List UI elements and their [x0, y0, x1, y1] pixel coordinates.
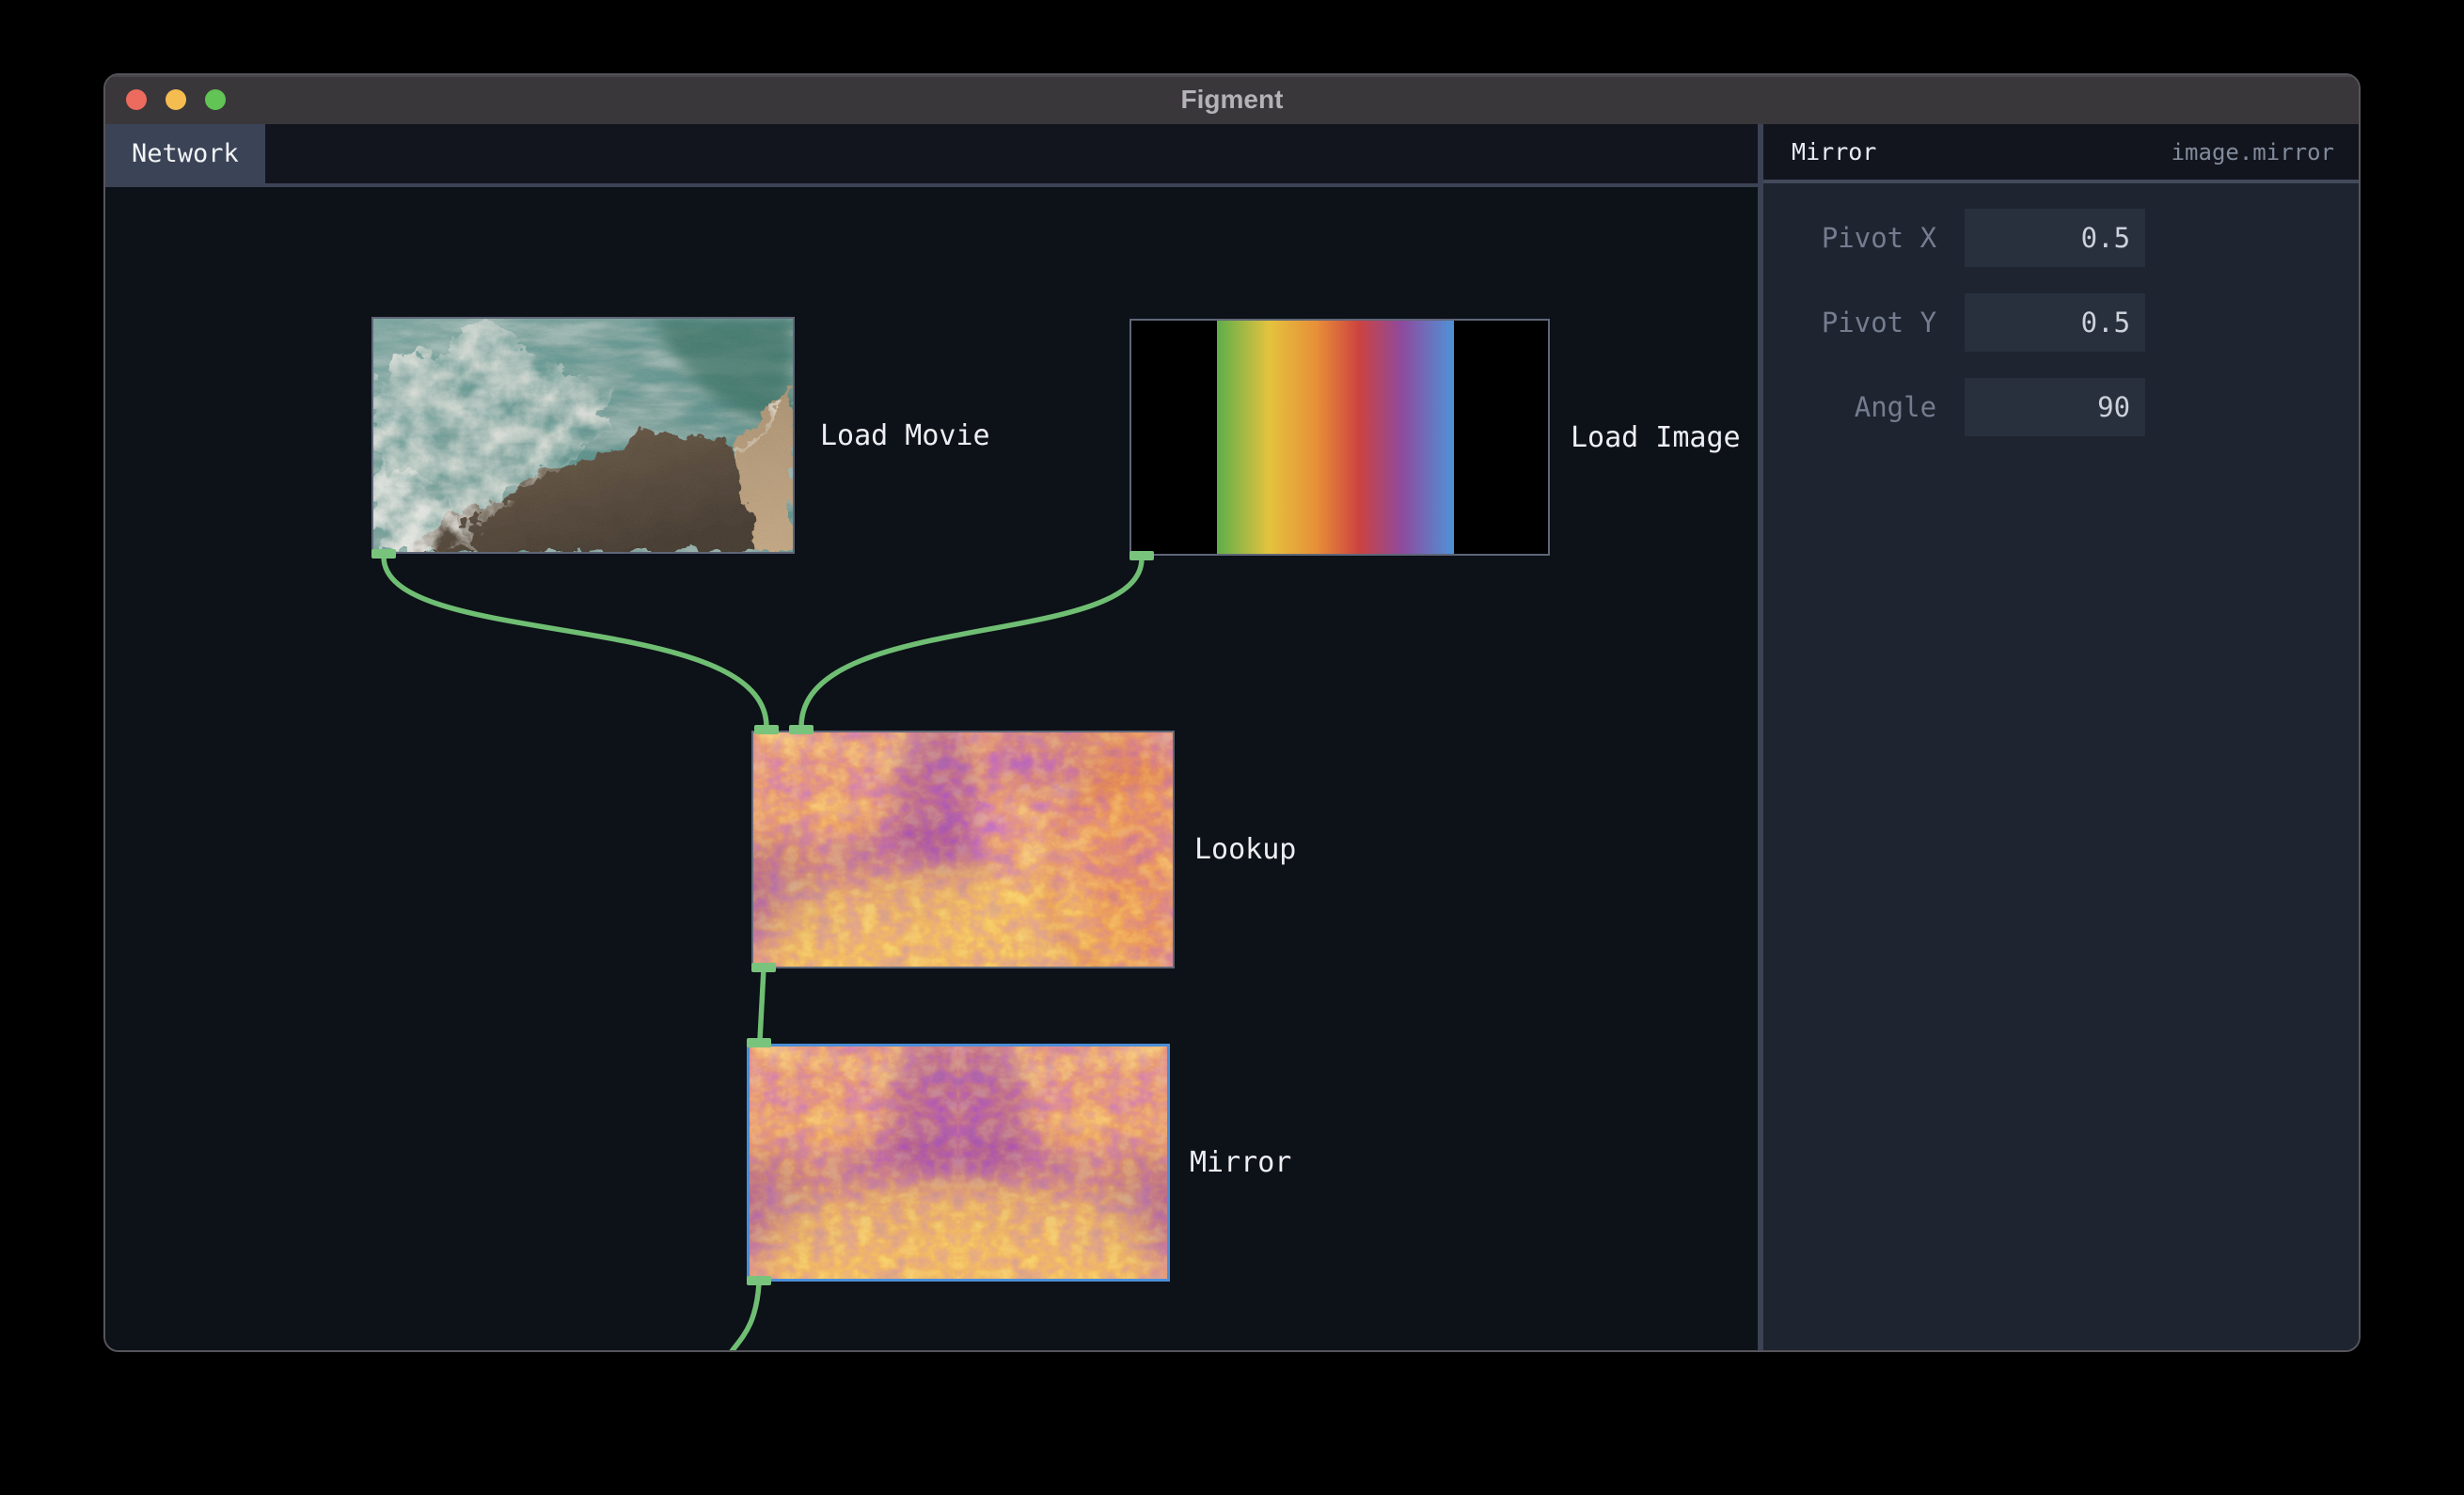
lookup-thumbnail: [753, 732, 1173, 967]
title-bar[interactable]: Figment: [105, 75, 2359, 124]
tab-bar: Network: [105, 124, 1759, 187]
window-title: Figment: [1180, 85, 1284, 114]
inspector-body: Pivot X 0.5 Pivot Y 0.5 Angle 90: [1763, 183, 2359, 1350]
param-field-pivot-y[interactable]: 0.5: [1965, 293, 2146, 352]
wire-loadmovie-to-lookup: [381, 554, 769, 730]
inspector-node-type: image.mirror: [2171, 138, 2334, 165]
tab-network[interactable]: Network: [105, 124, 265, 183]
param-field-angle[interactable]: 90: [1965, 378, 2146, 436]
load-image-thumbnail: [1131, 321, 1548, 554]
output-port-lookup[interactable]: [751, 963, 776, 972]
node-mirror[interactable]: [747, 1044, 1170, 1282]
wire-lookup-to-mirror: [757, 966, 766, 1043]
mirror-thumbnail: [750, 1046, 1167, 1279]
param-row-pivot-y: Pivot Y 0.5: [1763, 293, 2359, 352]
node-label-load-movie: Load Movie: [820, 418, 990, 452]
zoom-button[interactable]: [205, 89, 226, 110]
output-port-load-movie[interactable]: [371, 549, 396, 559]
minimize-button[interactable]: [166, 89, 186, 110]
wire-mirror-output: [729, 1281, 762, 1350]
node-label-mirror: Mirror: [1190, 1146, 1292, 1179]
node-load-movie[interactable]: [371, 317, 795, 554]
inspector-header: Mirror image.mirror: [1763, 124, 2359, 183]
param-label-angle: Angle: [1854, 391, 1937, 423]
output-port-mirror[interactable]: [747, 1276, 771, 1285]
gradient-band: [1216, 321, 1455, 554]
node-label-load-image: Load Image: [1571, 420, 1741, 454]
close-button[interactable]: [126, 89, 147, 110]
param-row-pivot-x: Pivot X 0.5: [1763, 209, 2359, 267]
traffic-lights: [126, 89, 226, 110]
node-graph-canvas[interactable]: Load Movie Load Image Lookup Mirror: [105, 187, 1759, 1350]
input-port-lookup-1[interactable]: [754, 725, 779, 734]
node-load-image[interactable]: [1129, 319, 1550, 556]
load-movie-thumbnail: [373, 319, 793, 552]
output-port-load-image[interactable]: [1129, 551, 1154, 560]
param-field-pivot-x[interactable]: 0.5: [1965, 209, 2146, 267]
main-area: Network Load Movie Load Image Lookup Mir…: [105, 124, 2359, 1350]
input-port-lookup-2[interactable]: [789, 725, 813, 734]
wire-loadimage-to-lookup: [798, 556, 1145, 730]
network-pane: Network Load Movie Load Image Lookup Mir…: [105, 124, 1759, 1350]
inspector-title: Mirror: [1792, 138, 1877, 165]
inspector-panel: Mirror image.mirror Pivot X 0.5 Pivot Y …: [1763, 124, 2359, 1350]
param-label-pivot-x: Pivot X: [1821, 222, 1937, 254]
node-label-lookup: Lookup: [1194, 833, 1297, 866]
param-row-angle: Angle 90: [1763, 378, 2359, 436]
app-window: Figment Network Load Movie Load Image Lo…: [103, 73, 2361, 1352]
param-label-pivot-y: Pivot Y: [1821, 307, 1937, 338]
input-port-mirror[interactable]: [747, 1038, 771, 1047]
node-lookup[interactable]: [751, 731, 1175, 968]
